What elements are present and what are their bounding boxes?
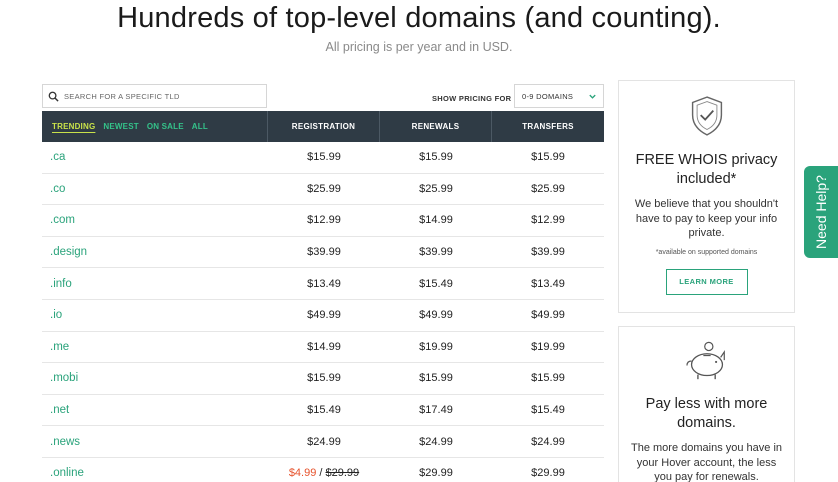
tld-link[interactable]: .com	[42, 214, 268, 226]
chevron-down-icon	[589, 94, 596, 99]
renewal-price: $17.49	[419, 404, 453, 417]
tld-link[interactable]: .co	[42, 183, 268, 195]
table-row: .mobi $15.99 $15.99 $15.99	[42, 363, 604, 395]
renewal-price: $15.99	[419, 151, 453, 164]
bulk-card-description: The more domains you have in your Hover …	[630, 442, 783, 482]
search-icon	[48, 91, 59, 102]
registration-price: $24.99	[307, 435, 341, 448]
table-row: .io $49.99 $49.99 $49.99	[42, 300, 604, 332]
renewal-price: $25.99	[419, 182, 453, 195]
shield-check-icon	[691, 96, 722, 136]
tld-link[interactable]: .net	[42, 404, 268, 416]
registration-price: $39.99	[307, 246, 341, 259]
tld-link[interactable]: .info	[42, 278, 268, 290]
column-header-transfers: TRANSFERS	[522, 122, 574, 131]
table-body: .ca $15.99 $15.99 $15.99 .co $25.99 $25.…	[42, 142, 604, 482]
registration-price: $15.99	[307, 151, 341, 164]
table-row: .info $13.49 $15.49 $13.49	[42, 268, 604, 300]
whois-privacy-card: FREE WHOIS privacy included* We believe …	[618, 80, 795, 313]
filter-all[interactable]: ALL	[192, 122, 208, 131]
column-header-renewals: RENEWALS	[380, 111, 492, 142]
transfer-price: $39.99	[531, 246, 565, 259]
pricing-toolbar: SHOW PRICING FOR 0-9 DOMAINS	[42, 80, 604, 112]
registration-price: $14.99	[307, 340, 341, 353]
table-row: .me $14.99 $19.99 $19.99	[42, 332, 604, 364]
registration-price: $12.99	[307, 214, 341, 227]
piggy-bank-icon	[685, 341, 725, 380]
pricing-table: SHOW PRICING FOR 0-9 DOMAINS TRENDING NE…	[42, 80, 604, 479]
tld-link[interactable]: .online	[42, 467, 268, 479]
column-header-registration: REGISTRATION	[268, 111, 380, 142]
tld-link[interactable]: .mobi	[42, 372, 268, 384]
table-header: TRENDING NEWEST ON SALE ALL REGISTRATION…	[42, 111, 604, 142]
transfer-price: $19.99	[531, 340, 565, 353]
transfer-price: $49.99	[531, 309, 565, 322]
tld-search[interactable]	[42, 84, 267, 108]
learn-more-button[interactable]: LEARN MORE	[665, 268, 748, 295]
tld-link[interactable]: .io	[42, 309, 268, 321]
sale-price: $4.99	[288, 467, 317, 480]
renewal-price: $24.99	[419, 435, 453, 448]
domain-count-select[interactable]: 0-9 DOMAINS	[514, 84, 604, 108]
table-row: .net $15.49 $17.49 $15.49	[42, 395, 604, 427]
renewal-price: $15.49	[419, 277, 453, 290]
transfer-price: $15.99	[531, 151, 565, 164]
renewal-price: $19.99	[419, 340, 453, 353]
transfer-price: $12.99	[531, 214, 565, 227]
tld-link[interactable]: .ca	[42, 151, 268, 163]
renewal-price: $39.99	[419, 246, 453, 259]
bulk-card-title: Pay less with more domains.	[645, 396, 768, 431]
table-row: .online $4.99 / $29.99 $29.99 $29.99	[42, 458, 604, 482]
registration-price: $4.99 / $29.99	[288, 467, 360, 480]
table-row: .com $12.99 $14.99 $12.99	[42, 205, 604, 237]
renewal-price: $29.99	[419, 467, 453, 480]
tld-link[interactable]: .me	[42, 341, 268, 353]
page-subtitle: All pricing is per year and in USD.	[325, 40, 513, 54]
table-row: .ca $15.99 $15.99 $15.99	[42, 142, 604, 174]
filter-trending[interactable]: TRENDING	[52, 122, 95, 131]
original-price: $29.99	[325, 467, 360, 480]
transfer-price: $15.99	[531, 372, 565, 385]
table-row: .design $39.99 $39.99 $39.99	[42, 237, 604, 269]
page-title: Hundreds of top-level domains (and count…	[117, 2, 721, 34]
tld-link[interactable]: .news	[42, 436, 268, 448]
table-row: .news $24.99 $24.99 $24.99	[42, 426, 604, 458]
show-pricing-label: SHOW PRICING FOR	[432, 94, 512, 103]
tld-filters: TRENDING NEWEST ON SALE ALL	[42, 111, 268, 142]
registration-price: $15.99	[307, 372, 341, 385]
whois-card-note: *available on supported domains	[655, 248, 758, 256]
need-help-tab[interactable]: Need Help?	[804, 166, 838, 258]
domain-count-value: 0-9 DOMAINS	[522, 91, 574, 101]
transfer-price: $15.49	[531, 404, 565, 417]
transfer-price: $13.49	[531, 277, 565, 290]
table-row: .co $25.99 $25.99 $25.99	[42, 174, 604, 206]
filter-on-sale[interactable]: ON SALE	[147, 122, 184, 131]
tld-search-input[interactable]	[64, 91, 254, 101]
registration-price: $15.49	[307, 404, 341, 417]
transfer-price: $29.99	[531, 467, 565, 480]
registration-price: $13.49	[307, 277, 341, 290]
transfer-price: $25.99	[531, 182, 565, 195]
tld-link[interactable]: .design	[42, 246, 268, 258]
renewal-price: $15.99	[419, 372, 453, 385]
whois-card-title: FREE WHOIS privacy included*	[635, 152, 778, 187]
filter-newest[interactable]: NEWEST	[103, 122, 138, 131]
registration-price: $25.99	[307, 182, 341, 195]
whois-card-description: We believe that you shouldn't have to pa…	[634, 198, 779, 239]
renewal-price: $49.99	[419, 309, 453, 322]
registration-price: $49.99	[307, 309, 341, 322]
transfer-price: $24.99	[531, 435, 565, 448]
renewal-price: $14.99	[419, 214, 453, 227]
bulk-pricing-card: Pay less with more domains. The more dom…	[618, 326, 795, 482]
need-help-label: Need Help?	[813, 175, 829, 249]
